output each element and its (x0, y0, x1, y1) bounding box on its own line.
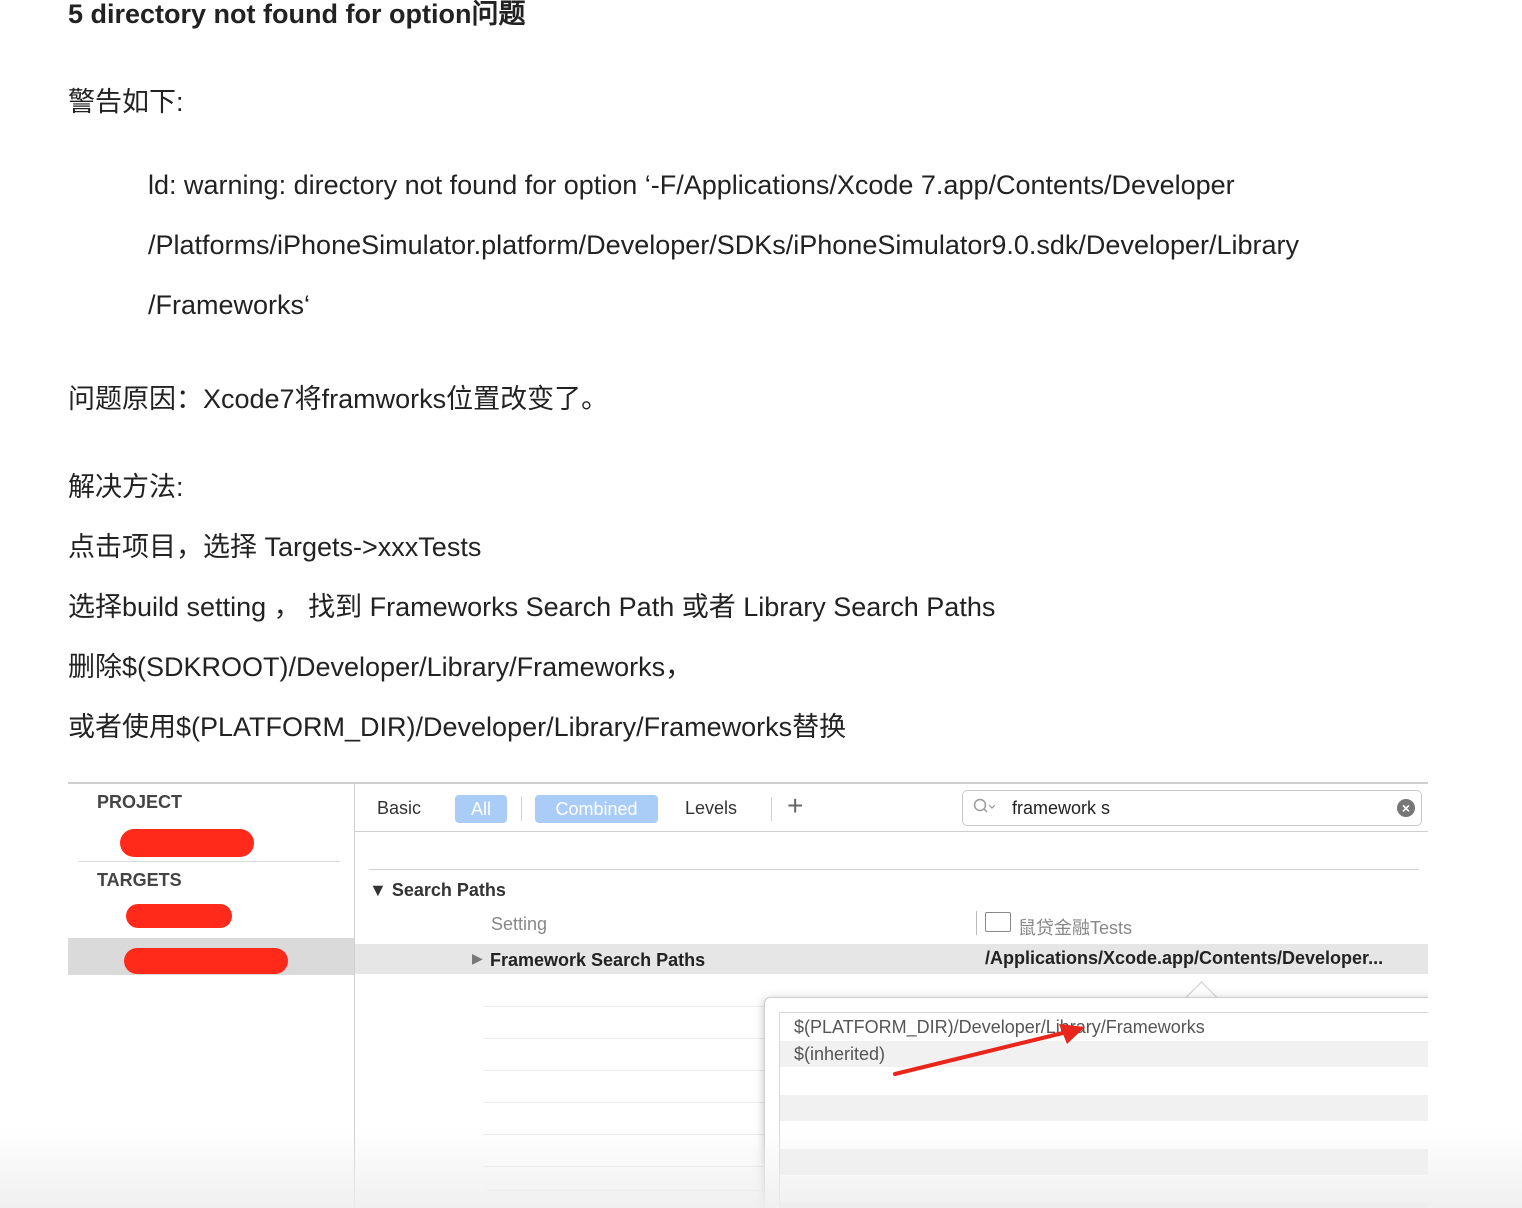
section-search-paths[interactable]: ▼ Search Paths (369, 880, 506, 901)
step-1: 点击项目，选择 Targets->xxxTests (68, 532, 482, 562)
section-title: Search Paths (391, 880, 506, 900)
tab-combined[interactable]: Combined (535, 795, 658, 823)
paths-list: $(PLATFORM_DIR)/Developer/Library/Framew… (779, 1012, 1428, 1208)
tab-all[interactable]: All (455, 795, 507, 823)
list-stripe (780, 1095, 1428, 1121)
step-2: 选择build setting ， 找到 Frameworks Search P… (68, 592, 996, 622)
divider (483, 1190, 773, 1191)
clear-search-icon[interactable]: × (1397, 799, 1415, 817)
redaction-mark (120, 829, 254, 857)
step-3: 删除$(SDKROOT)/Developer/Library/Framework… (68, 652, 693, 682)
disclosure-triangle-icon[interactable]: ▶ (472, 950, 483, 967)
setting-name: Framework Search Paths (490, 950, 706, 970)
column-divider (976, 911, 977, 935)
divider (483, 1038, 773, 1039)
add-setting-button[interactable]: + (787, 790, 803, 822)
column-header-target: 鼠贷金融Tests (1018, 918, 1133, 938)
redaction-mark (126, 904, 232, 928)
sidebar-divider (78, 861, 340, 862)
path-item[interactable]: $(inherited) (794, 1044, 885, 1065)
list-stripe (780, 1149, 1428, 1175)
divider (483, 1006, 773, 1007)
list-stripe (780, 1203, 1428, 1208)
cause-text: 问题原因：Xcode7将framworks位置改变了。 (68, 384, 609, 414)
targets-header: TARGETS (97, 870, 182, 890)
column-header-setting: Setting (491, 914, 548, 934)
section-heading: 5 directory not found for option问题 (68, 0, 526, 29)
tab-basic[interactable]: Basic (377, 798, 421, 819)
build-settings-pane: Basic All Combined Levels + framework s … (355, 784, 1428, 1208)
toolbar-separator (521, 797, 522, 821)
divider (483, 1134, 773, 1135)
setting-value[interactable]: /Applications/Xcode.app/Contents/Develop… (985, 948, 1383, 969)
solution-label: 解决方法: (68, 472, 184, 502)
warning-line-1: ld: warning: directory not found for opt… (148, 170, 1235, 200)
search-icon (973, 798, 996, 821)
divider (355, 831, 1428, 832)
warning-label: 警告如下: (68, 87, 184, 117)
project-header: PROJECT (97, 792, 183, 812)
redaction-mark (124, 948, 288, 974)
settings-search-field[interactable]: framework s × (962, 790, 1422, 826)
tab-levels[interactable]: Levels (685, 798, 737, 819)
divider (483, 1070, 773, 1071)
search-paths-popup: $(PLATFORM_DIR)/Developer/Library/Framew… (764, 997, 1428, 1208)
search-input[interactable]: framework s (1012, 798, 1110, 819)
divider (483, 1166, 773, 1167)
divider (483, 1102, 773, 1103)
step-4: 或者使用$(PLATFORM_DIR)/Developer/Library/Fr… (68, 712, 847, 742)
annotation-arrow (893, 1024, 1085, 1076)
divider (369, 869, 1418, 870)
folder-icon (985, 912, 1011, 932)
xcode-screenshot: PROJECT TARGETS Basic All Combined Level… (68, 782, 1428, 1208)
project-sidebar: PROJECT TARGETS (68, 784, 355, 1208)
warning-line-3: /Frameworks‘ (148, 290, 311, 320)
toolbar-separator (771, 797, 772, 821)
warning-line-2: /Platforms/iPhoneSimulator.platform/Deve… (148, 230, 1300, 260)
